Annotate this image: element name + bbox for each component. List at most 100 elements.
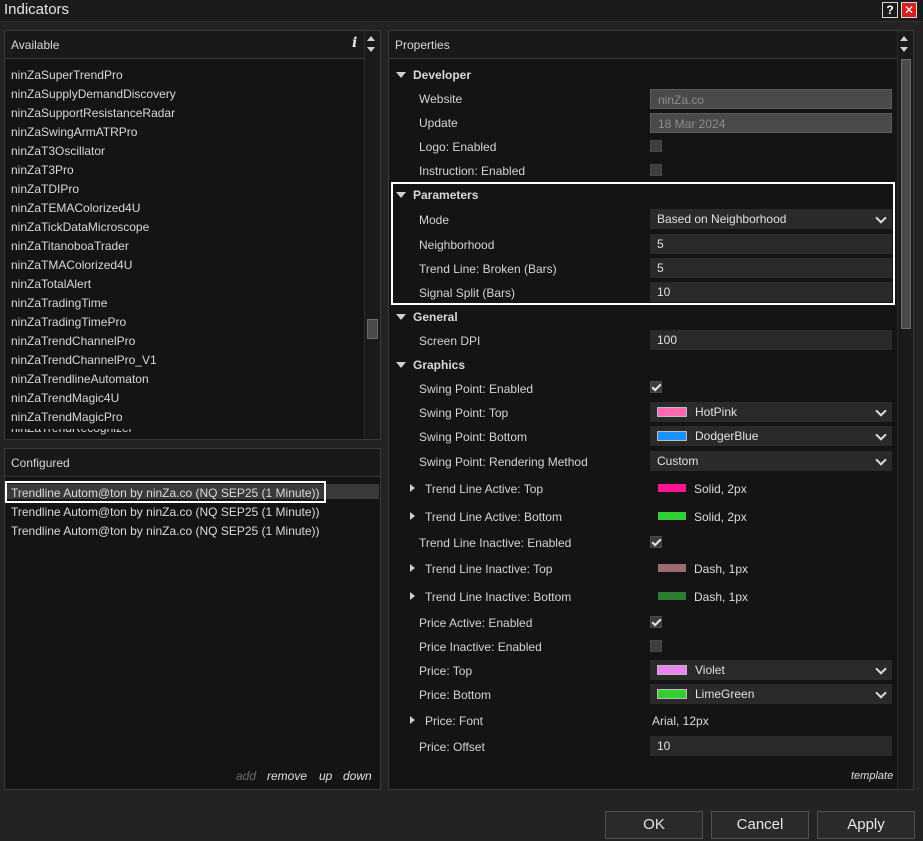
collapse-arrow-icon[interactable] [396,72,406,78]
expand-arrow-icon[interactable] [410,716,415,724]
ok-button[interactable]: OK [605,811,703,839]
available-header: Available i [5,31,380,59]
tl-inactive-bottom-label[interactable]: Trend Line Inactive: Bottom [425,590,571,604]
available-list-item[interactable]: ninZaTitanoboaTrader [11,239,129,253]
cancel-button[interactable]: Cancel [711,811,809,839]
available-list-item[interactable]: ninZaTrendMagicPro [11,410,123,424]
price-bottom-value: LimeGreen [695,687,755,701]
available-list-item[interactable]: ninZaSuperTrendPro [11,68,123,82]
price-active-checkbox[interactable] [650,616,662,628]
tl-inactive-enabled-checkbox[interactable] [650,536,662,548]
available-list-item[interactable]: ninZaTotalAlert [11,277,91,291]
help-button[interactable]: ? [882,2,898,18]
expand-arrow-icon[interactable] [410,512,415,520]
price-font-label[interactable]: Price: Font [425,714,483,728]
swing-bottom-label: Swing Point: Bottom [419,430,528,444]
scroll-up-icon[interactable] [367,36,375,41]
price-offset-input[interactable]: 10 [650,736,892,756]
expand-arrow-icon[interactable] [410,592,415,600]
tl-inactive-top-value: Dash, 1px [694,562,749,576]
line-color-swatch [658,564,686,572]
swing-top-value: HotPink [695,405,738,419]
tl-active-top-value: Solid, 2px [694,482,747,496]
available-list-item[interactable]: ninZaTrendChannelPro [11,334,135,348]
logo-checkbox[interactable] [650,140,662,152]
info-icon[interactable]: i [352,35,357,51]
properties-title: Properties [395,38,450,52]
tl-active-top-label[interactable]: Trend Line Active: Top [425,482,543,496]
available-list-item[interactable]: ninZaTradingTime [11,296,107,310]
price-font-value: Arial, 12px [652,714,709,728]
template-link[interactable]: template [851,770,893,782]
collapse-arrow-icon[interactable] [396,362,406,368]
close-button[interactable]: ✕ [901,2,917,18]
configured-item-2[interactable]: Trendline Autom@ton by ninZa.co (NQ SEP2… [11,505,320,519]
available-list-item[interactable]: ninZaTrendChannelPro_V1 [11,353,157,367]
configured-header: Configured [5,449,380,477]
tl-active-bottom-label[interactable]: Trend Line Active: Bottom [425,510,562,524]
category-general[interactable]: General [413,310,458,324]
tl-inactive-bottom-value: Dash, 1px [694,590,749,604]
apply-button[interactable]: Apply [817,811,915,839]
tl-inactive-top-label[interactable]: Trend Line Inactive: Top [425,562,552,576]
selection-highlight [5,481,326,503]
swing-bottom-select[interactable]: DodgerBlue [650,426,892,446]
up-link[interactable]: up [319,769,332,783]
available-list-item[interactable]: ninZaTickDataMicroscope [11,220,149,234]
expand-arrow-icon[interactable] [410,484,415,492]
swing-render-select[interactable]: Custom [650,451,892,471]
configured-title: Configured [11,456,70,470]
available-list-item[interactable]: ninZaT3Pro [11,163,74,177]
line-color-swatch [658,512,686,520]
scroll-down-icon[interactable] [900,47,908,52]
color-swatch [657,407,687,417]
scroll-thumb[interactable] [901,59,911,329]
price-top-label: Price: Top [419,664,473,678]
swing-bottom-value: DodgerBlue [695,429,759,443]
color-swatch [657,665,687,675]
category-graphics[interactable]: Graphics [413,358,465,372]
available-list-item[interactable]: ninZaTrendMagic4U [11,391,119,405]
category-developer[interactable]: Developer [413,68,471,82]
swing-top-select[interactable]: HotPink [650,402,892,422]
available-list-item[interactable]: ninZaSwingArmATRPro [11,125,137,139]
available-list-item[interactable]: ninZaSupplyDemandDiscovery [11,87,176,101]
tl-inactive-enabled-label: Trend Line Inactive: Enabled [419,536,572,550]
instruction-checkbox[interactable] [650,164,662,176]
price-inactive-checkbox[interactable] [650,640,662,652]
available-scrollbar[interactable] [364,31,380,439]
down-link[interactable]: down [343,769,372,783]
price-inactive-label: Price Inactive: Enabled [419,640,542,654]
available-list-item[interactable]: ninZaT3Oscillator [11,144,105,158]
configured-item-3[interactable]: Trendline Autom@ton by ninZa.co (NQ SEP2… [11,524,320,538]
logo-label: Logo: Enabled [419,140,497,154]
available-title: Available [11,38,60,52]
available-list-item[interactable]: ninZaTDIPro [11,182,79,196]
properties-header: Properties [389,31,913,59]
expand-arrow-icon[interactable] [410,564,415,572]
price-bottom-select[interactable]: LimeGreen [650,684,892,704]
collapse-arrow-icon[interactable] [396,314,406,320]
window-title: Indicators [4,1,70,18]
scroll-up-icon[interactable] [900,36,908,41]
line-color-swatch [658,592,686,600]
remove-link[interactable]: remove [267,769,307,783]
available-list-item[interactable]: ninZaSupportResistanceRadar [11,106,175,120]
swing-enabled-checkbox[interactable] [650,381,662,393]
available-list-item[interactable]: ninZaTMAColorized4U [11,258,132,272]
list-item-partial[interactable]: ninZaTrendRecognizer [11,429,131,435]
available-list-item[interactable]: ninZaTradingTimePro [11,315,126,329]
line-color-swatch [658,484,686,492]
tl-active-bottom-value: Solid, 2px [694,510,747,524]
instruction-label: Instruction: Enabled [419,164,526,178]
dpi-input[interactable]: 100 [650,330,892,350]
add-link[interactable]: add [236,769,256,783]
available-list-item[interactable]: ninZaTEMAColorized4U [11,201,140,215]
price-top-select[interactable]: Violet [650,660,892,680]
scroll-down-icon[interactable] [367,47,375,52]
swing-enabled-label: Swing Point: Enabled [419,382,534,396]
price-offset-label: Price: Offset [419,740,485,754]
properties-scrollbar[interactable] [897,31,913,789]
available-list-item[interactable]: ninZaTrendlineAutomaton [11,372,149,386]
scroll-thumb[interactable] [367,319,378,339]
